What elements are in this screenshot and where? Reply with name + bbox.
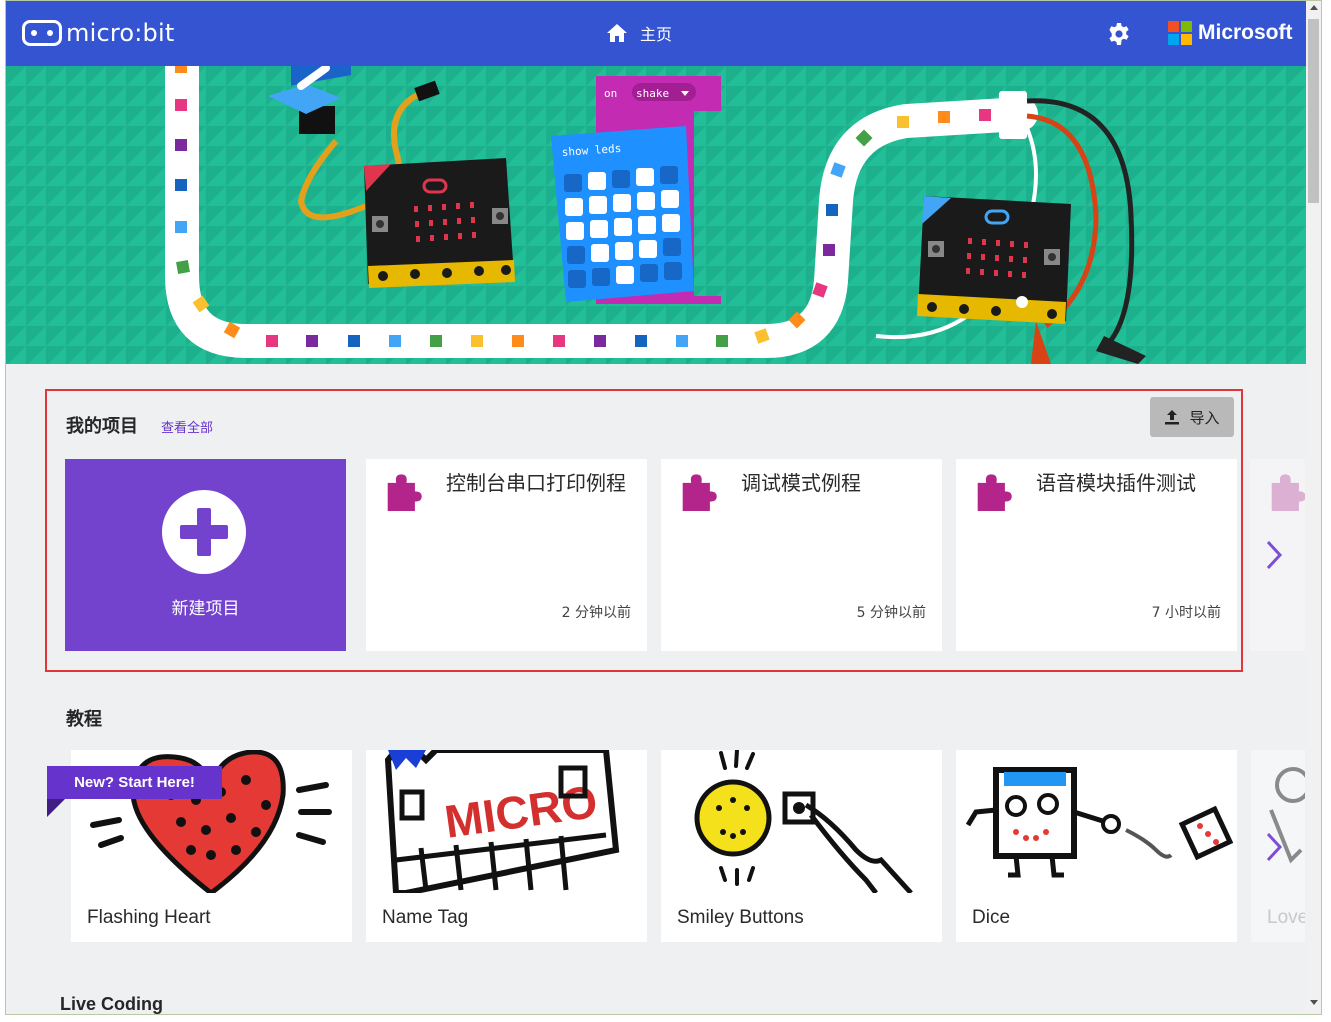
tutorial-label: Smiley Buttons (677, 907, 804, 928)
smiley-buttons-image (661, 750, 942, 893)
puzzle-piece-icon (1271, 474, 1305, 511)
new-start-here-badge: New? Start Here! (47, 766, 222, 799)
tutorial-label: Name Tag (382, 907, 469, 928)
puzzle-piece-icon (682, 474, 717, 511)
live-coding-title: Live Coding (60, 994, 163, 1014)
vertical-scrollbar[interactable] (1306, 1, 1321, 1014)
project-time: 2 分钟以前 (561, 605, 631, 621)
project-card[interactable]: 语音模块插件测试 7 小时以前 (956, 459, 1237, 651)
love-meter-image (1251, 750, 1305, 893)
puzzle-piece-icon (977, 474, 1012, 511)
settings-gear-icon[interactable] (1107, 22, 1131, 46)
name-tag-image: MICRO (366, 750, 647, 893)
new-project-card[interactable]: 新建项目 (65, 459, 346, 651)
hero-illustration: on shake show leds (6, 66, 1306, 364)
project-time: 5 分钟以前 (856, 605, 926, 621)
microsoft-label: Microsoft (1198, 21, 1293, 44)
my-projects-title: 我的项目 (66, 416, 138, 437)
microbit-board-right (917, 196, 1071, 324)
project-time: 7 小时以前 (1151, 605, 1221, 621)
import-button[interactable]: 导入 (1150, 397, 1234, 437)
hero-banner: on shake show leds (6, 66, 1306, 364)
microbit-logo-icon (22, 20, 62, 46)
svg-text:on: on (604, 87, 617, 100)
badge-fold (47, 799, 65, 817)
scroll-up-arrow-icon[interactable] (1310, 5, 1318, 10)
microbit-logo[interactable]: micro:bit (22, 17, 174, 49)
import-label: 导入 (1189, 408, 1220, 427)
microbit-board-left (364, 158, 515, 288)
new-project-label: 新建项目 (171, 599, 240, 619)
scroll-thumb[interactable] (1308, 19, 1319, 203)
tutorial-card[interactable]: MICRO Name Tag (366, 750, 647, 942)
plus-icon (162, 490, 246, 574)
home-icon (607, 24, 627, 42)
view-all-link[interactable]: 查看全部 (161, 417, 213, 436)
upload-icon (1165, 410, 1180, 425)
microsoft-logo-icon (1168, 21, 1192, 45)
project-title: 控制台串口打印例程 (446, 471, 626, 495)
tutorial-card[interactable]: Dice (956, 750, 1237, 942)
dice-image (956, 750, 1237, 893)
project-card[interactable]: 控制台串口打印例程 2 分钟以前 (366, 459, 647, 651)
tutorial-label: Flashing Heart (87, 907, 211, 928)
top-nav-bar: micro:bit 主页 Microsoft (6, 1, 1306, 66)
home-label: 主页 (640, 25, 673, 44)
logo-text: micro:bit (66, 19, 175, 47)
next-tutorials-chevron-icon[interactable] (1264, 831, 1284, 863)
tutorials-title: 教程 (66, 709, 102, 730)
tutorial-label: Dice (972, 907, 1011, 928)
tutorial-card[interactable]: Smiley Buttons (661, 750, 942, 942)
next-projects-chevron-icon[interactable] (1264, 539, 1284, 571)
microsoft-logo[interactable]: Microsoft (1168, 21, 1293, 45)
project-card[interactable]: 调试模式例程 5 分钟以前 (661, 459, 942, 651)
scroll-down-arrow-icon[interactable] (1310, 1000, 1318, 1005)
project-title: 语音模块插件测试 (1036, 471, 1196, 495)
project-title: 调试模式例程 (741, 471, 861, 495)
tutorial-label: Love (1267, 907, 1305, 928)
home-button[interactable]: 主页 (606, 21, 672, 45)
puzzle-piece-icon (387, 474, 422, 511)
svg-text:shake: shake (636, 87, 669, 100)
